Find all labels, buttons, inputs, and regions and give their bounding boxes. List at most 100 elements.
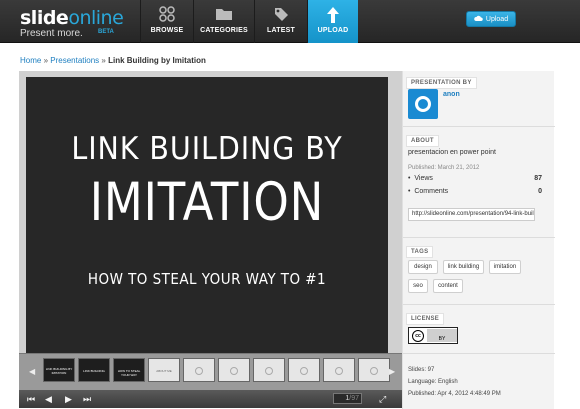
slide-thumbnail[interactable]: ABOUT ME [148,358,180,382]
slide-thumbnail[interactable] [323,358,355,382]
player-controls: ⏮ ◀ ▶ ⏭ 1 /97 ⤢ [19,390,402,408]
license-section-header: LICENSE [406,307,445,325]
logo-name-b: online [68,7,124,29]
breadcrumb-home[interactable]: Home [20,56,41,65]
comments-value: 0 [538,188,542,195]
views-label: • Views [408,175,433,182]
comments-stat: • Comments 0 [408,188,542,195]
slide-thumbnail[interactable]: LINK BUILDING [78,358,110,382]
last-slide-icon[interactable]: ⏭ [83,394,91,405]
user-avatar-icon [415,96,431,112]
comments-label: • Comments [408,188,449,195]
slide-subtitle: HOW TO STEAL YOUR WAY TO #1 [87,270,327,288]
section-heading: TAGS [406,246,434,258]
slide-thumbnail[interactable] [288,358,320,382]
page-counter[interactable]: 1 /97 [333,393,362,404]
site-logo[interactable]: slideonline Present more. BETA [20,7,124,40]
slide-thumbnail[interactable]: HOW TO STEAL YOUR WAY [113,358,145,382]
nav-upload-label: UPLOAD [317,27,349,34]
current-slide[interactable]: LINK BUILDING BY IMITATION HOW TO STEAL … [26,77,388,353]
tag-icon [273,6,289,27]
presentation-by-section-header: PRESENTATION BY [406,71,477,89]
thumbnail-strip: ◀ LINK BUILDING BY IMITATION LINK BUILDI… [19,353,402,390]
nav-browse-label: BROWSE [150,27,184,34]
nav-categories-label: CATEGORIES [200,27,248,34]
slide-thumbnail[interactable] [183,358,215,382]
beta-badge: BETA [98,29,114,35]
browse-icon [159,6,175,27]
page-total: /97 [349,395,359,402]
cc-license-badge[interactable]: cc BY [408,327,458,344]
tag-design[interactable]: design [408,260,438,274]
nav-upload[interactable]: UPLOAD [307,0,358,43]
upload-button[interactable]: Upload [466,11,516,27]
slide-thumbnail[interactable] [218,358,250,382]
slide-viewer: LINK BUILDING BY IMITATION HOW TO STEAL … [19,71,402,408]
thumb-text: LINK BUILDING [83,369,105,373]
breadcrumb: Home » Presentations » Link Building by … [20,56,206,65]
tag-imitation[interactable]: imitation [489,260,521,274]
breadcrumb-current: Link Building by Imitation [108,56,206,65]
views-stat: • Views 87 [408,175,542,182]
share-url-field[interactable]: http://slideonline.com/presentation/94-l… [408,208,535,221]
thumb-placeholder-icon [265,367,273,375]
breadcrumb-separator: » [43,56,49,65]
divider [403,304,555,305]
section-heading: PRESENTATION BY [406,77,477,89]
divider [403,353,555,354]
published-full: Published: Apr 4, 2012 4:48:49 PM [408,391,501,397]
slide-title-line2: IMITATION [89,172,325,233]
nav-categories[interactable]: CATEGORIES [193,0,254,43]
thumb-placeholder-icon [335,367,343,375]
upload-button-label: Upload [485,15,509,23]
nav-latest-label: LATEST [267,27,295,34]
language: Language: English [408,379,458,385]
prev-slide-icon[interactable]: ◀ [45,394,52,405]
section-heading: LICENSE [406,313,445,325]
logo-text: slideonline [20,7,124,29]
divider [403,126,555,127]
tag-content[interactable]: content [433,279,463,293]
description: presentacion en power point [408,149,496,156]
upload-arrow-icon [326,6,340,29]
cc-icon: cc [412,329,424,342]
tag-link-building[interactable]: link building [443,260,484,274]
thumb-placeholder-icon [230,367,238,375]
fullscreen-icon[interactable]: ⤢ [379,394,386,405]
section-heading: ABOUT [406,135,439,147]
by-attribution-icon: BY [427,329,457,342]
top-navbar: slideonline Present more. BETA BROWSE CA… [0,0,580,43]
nav-browse[interactable]: BROWSE [140,0,193,43]
breadcrumb-separator: » [101,56,106,65]
thumb-placeholder-icon [370,367,378,375]
published-date: Published: March 21, 2012 [408,165,480,171]
thumb-text: ABOUT ME [156,369,172,373]
thumb-placeholder-icon [300,367,308,375]
author-link[interactable]: anon [443,91,460,98]
thumb-text: HOW TO STEAL YOUR WAY [117,369,141,377]
info-sidebar: PRESENTATION BY anon ABOUT presentacion … [402,71,555,409]
about-section-header: ABOUT [406,129,439,147]
thumbs-next-icon[interactable]: ▶ [389,367,395,376]
play-icon[interactable]: ▶ [65,394,72,405]
first-slide-icon[interactable]: ⏮ [27,394,35,405]
thumb-text: LINK BUILDING BY IMITATION [45,367,73,375]
main-nav: BROWSE CATEGORIES LATEST UPLOAD [140,0,358,43]
thumb-placeholder-icon [195,367,203,375]
breadcrumb-presentations[interactable]: Presentations [50,56,99,65]
tags-section-header: TAGS [406,240,434,258]
thumbnail-list: LINK BUILDING BY IMITATION LINK BUILDING… [43,358,390,382]
slide-thumbnail[interactable] [253,358,285,382]
tag-seo[interactable]: seo [408,279,428,293]
logo-name-a: slide [20,7,69,29]
slide-thumbnail[interactable]: LINK BUILDING BY IMITATION [43,358,75,382]
views-value: 87 [534,175,542,182]
avatar[interactable] [408,89,438,119]
folder-icon [215,6,233,26]
thumbs-prev-icon[interactable]: ◀ [29,367,35,376]
slide-thumbnail[interactable] [358,358,390,382]
slide-title-line1: LINK BUILDING BY [71,131,343,167]
nav-latest[interactable]: LATEST [254,0,307,43]
cloud-upload-icon [474,15,483,24]
slide-count: Slides: 97 [408,367,435,373]
